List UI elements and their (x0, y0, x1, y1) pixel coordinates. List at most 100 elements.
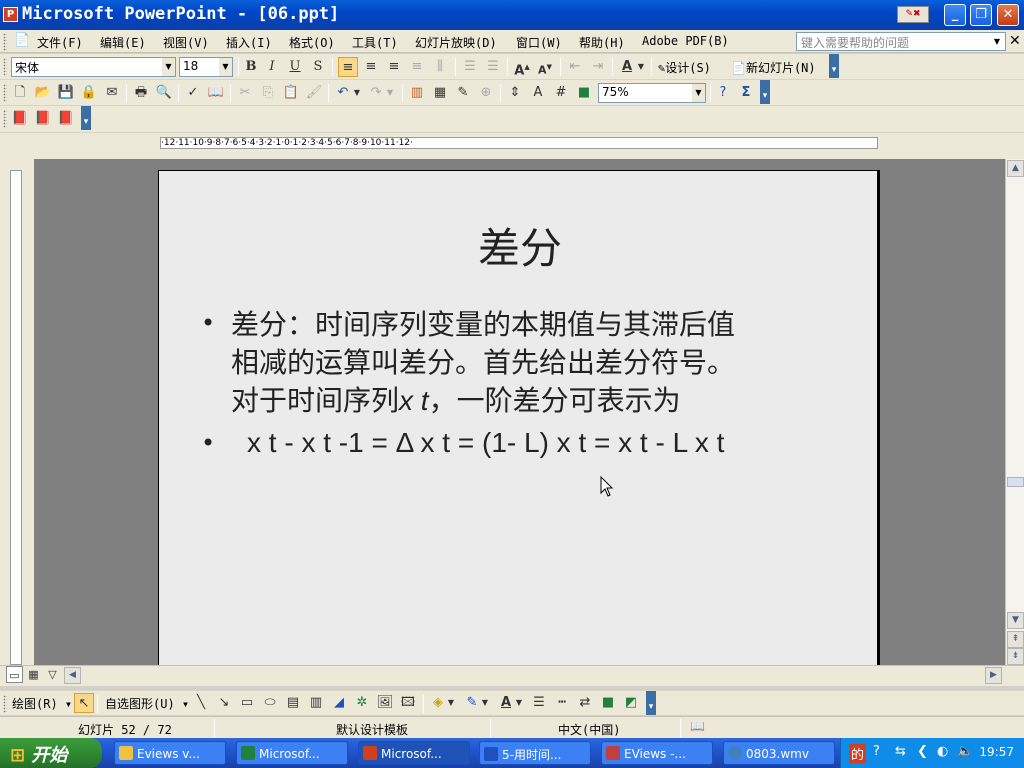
clipart-icon[interactable]: 🖼 (375, 693, 395, 713)
hyperlink-icon[interactable]: ⊕ (476, 83, 496, 103)
copy-icon[interactable]: ⎘ (258, 83, 278, 103)
shadow-style-icon[interactable]: ■ (598, 693, 618, 713)
justify-icon[interactable]: ≡ (407, 57, 427, 77)
email-icon[interactable]: ✉ (102, 83, 122, 103)
toolbar-options-icon[interactable]: ▾ (646, 691, 656, 715)
new-document-icon[interactable]: 🗋 (10, 83, 30, 103)
menu-edit[interactable]: 编辑(E) (100, 34, 146, 51)
increase-font-icon[interactable]: A▲ (512, 57, 532, 78)
menu-insert[interactable]: 插入(I) (226, 34, 272, 51)
line-color-icon[interactable]: ✎ (462, 693, 482, 713)
arrow-icon[interactable]: ↘ (214, 693, 234, 713)
help-tray-icon[interactable]: ? (873, 744, 880, 759)
menu-help[interactable]: 帮助(H) (579, 34, 625, 51)
spelling-status-icon[interactable]: 📖 (690, 719, 705, 733)
next-slide-icon[interactable]: ⇟ (1007, 648, 1024, 665)
bullet-1-line-1[interactable]: 差分：时间序列变量的本期值与其滞后值 (231, 303, 735, 343)
taskbar-item-excel[interactable]: Microsof... (236, 741, 348, 765)
save-icon[interactable]: 💾 (56, 83, 76, 103)
pdf-review-icon[interactable]: 📕 (56, 109, 76, 129)
tables-borders-icon[interactable]: ✎ (453, 83, 473, 103)
menu-tools[interactable]: 工具(T) (352, 34, 398, 51)
taskbar-item-media[interactable]: 0803.wmv (723, 741, 835, 765)
align-left-icon[interactable]: ≡ (338, 57, 358, 77)
bullets-icon[interactable]: ☰ (483, 57, 503, 77)
slide-canvas[interactable]: 差分 • 差分：时间序列变量的本期值与其滞后值 相减的运算叫差分。首先给出差分符… (158, 170, 880, 666)
new-slide-button[interactable]: 📄新幻灯片(N) (731, 59, 816, 76)
toolbar-options-icon[interactable]: ▾ (760, 80, 770, 104)
bullet-1-line-2[interactable]: 相减的运算叫差分。首先给出差分符号。 (231, 341, 735, 381)
line-style-icon[interactable]: ☰ (529, 693, 549, 713)
fill-color-icon[interactable]: ◈ (428, 693, 448, 713)
chevron-down-icon[interactable]: ▼ (636, 57, 646, 77)
insert-picture-icon[interactable]: 🖾 (398, 693, 418, 713)
toolbar-options-icon[interactable]: ▾ (829, 54, 839, 78)
align-center-icon[interactable]: ≡ (361, 57, 381, 77)
research-icon[interactable]: 📖 (206, 83, 226, 103)
toolbar-grip[interactable] (3, 110, 7, 128)
restore-button[interactable]: ❐ (970, 4, 992, 26)
menu-slideshow[interactable]: 幻灯片放映(D) (415, 34, 497, 51)
distributed-icon[interactable]: ⫼ (430, 57, 450, 77)
show-grid-icon[interactable]: # (551, 83, 571, 103)
spelling-icon[interactable]: ✓ (183, 83, 203, 103)
chart-icon[interactable]: ▥ (407, 83, 427, 103)
scroll-thumb[interactable] (1007, 477, 1024, 487)
scroll-right-icon[interactable]: ▶ (985, 667, 1002, 684)
format-painter-icon[interactable]: 🖌 (304, 83, 324, 103)
chevron-down-icon[interactable]: ▼ (385, 83, 395, 103)
chevron-down-icon[interactable]: ▼ (162, 58, 175, 76)
office-assistant-icon[interactable]: ✎✖ (897, 6, 929, 23)
taskbar-item-powerpoint[interactable]: Microsof... (358, 741, 470, 765)
ime-icon[interactable]: ◐ (937, 744, 948, 759)
chevron-down-icon[interactable]: ▼ (514, 693, 524, 713)
menu-window[interactable]: 窗口(W) (516, 34, 562, 51)
scroll-down-icon[interactable]: ▼ (1007, 612, 1024, 629)
font-size-select[interactable]: 18 ▼ (179, 57, 233, 77)
underline-icon[interactable]: U (285, 57, 305, 77)
menu-file[interactable]: 文件(F) (37, 34, 83, 51)
menu-format[interactable]: 格式(O) (289, 34, 335, 51)
bold-icon[interactable]: B (241, 57, 261, 77)
increase-indent-icon[interactable]: ⇥ (588, 57, 608, 77)
chevron-down-icon[interactable]: ▼ (480, 693, 490, 713)
speaker-icon[interactable]: 🔈 (957, 744, 973, 759)
chevron-left-icon[interactable]: ❮ (917, 744, 928, 759)
scroll-left-icon[interactable]: ◀ (64, 667, 81, 684)
vertical-scrollbar[interactable]: ▲ ▼ ⇞ ⇟ (1005, 159, 1024, 665)
undo-icon[interactable]: ↶ (333, 83, 353, 103)
chevron-down-icon[interactable]: ▼ (446, 693, 456, 713)
dash-style-icon[interactable]: ┅ (552, 693, 572, 713)
redo-icon[interactable]: ↷ (366, 83, 386, 103)
chevron-down-icon[interactable]: ▼ (692, 84, 705, 102)
normal-view-icon[interactable]: ▭ (6, 666, 23, 683)
toolbar-grip[interactable] (3, 58, 7, 76)
sum-icon[interactable]: Σ (736, 83, 756, 103)
document-close-icon[interactable]: ✕ (1009, 33, 1021, 49)
slideshow-view-icon[interactable]: ▽ (44, 666, 61, 683)
scroll-up-icon[interactable]: ▲ (1007, 160, 1024, 177)
taskbar-item-word[interactable]: 5-用时间... (479, 741, 591, 765)
wordart-icon[interactable]: ◢ (329, 693, 349, 713)
zoom-select[interactable]: 75% ▼ (598, 83, 706, 103)
shadow-icon[interactable]: S (308, 57, 328, 77)
design-button[interactable]: ✎设计(S) (658, 59, 711, 76)
chevron-down-icon[interactable]: ▼ (352, 83, 362, 103)
open-folder-icon[interactable]: 📂 (33, 83, 53, 103)
color-grayscale-icon[interactable]: ■ (574, 83, 594, 103)
decrease-font-icon[interactable]: A▼ (535, 57, 555, 77)
toolbar-grip[interactable] (3, 84, 7, 102)
arrow-style-icon[interactable]: ⇄ (575, 693, 595, 713)
print-icon[interactable]: 🖶 (131, 83, 151, 103)
3d-style-icon[interactable]: ◩ (621, 693, 641, 713)
previous-slide-icon[interactable]: ⇞ (1007, 631, 1024, 648)
menu-grip[interactable] (3, 33, 7, 51)
start-button[interactable]: ⊞ 开始 (0, 738, 102, 768)
expand-all-icon[interactable]: ⇕ (505, 83, 525, 103)
select-objects-icon[interactable]: ↖ (74, 693, 94, 713)
toolbar-options-icon[interactable]: ▾ (81, 106, 91, 130)
minimize-button[interactable]: _ (944, 4, 966, 26)
slide-sorter-view-icon[interactable]: ▦ (25, 666, 42, 683)
autoshapes-menu-button[interactable]: 自选图形(U) ▾ (105, 695, 189, 712)
chevron-down-icon[interactable]: ▼ (990, 34, 1004, 49)
